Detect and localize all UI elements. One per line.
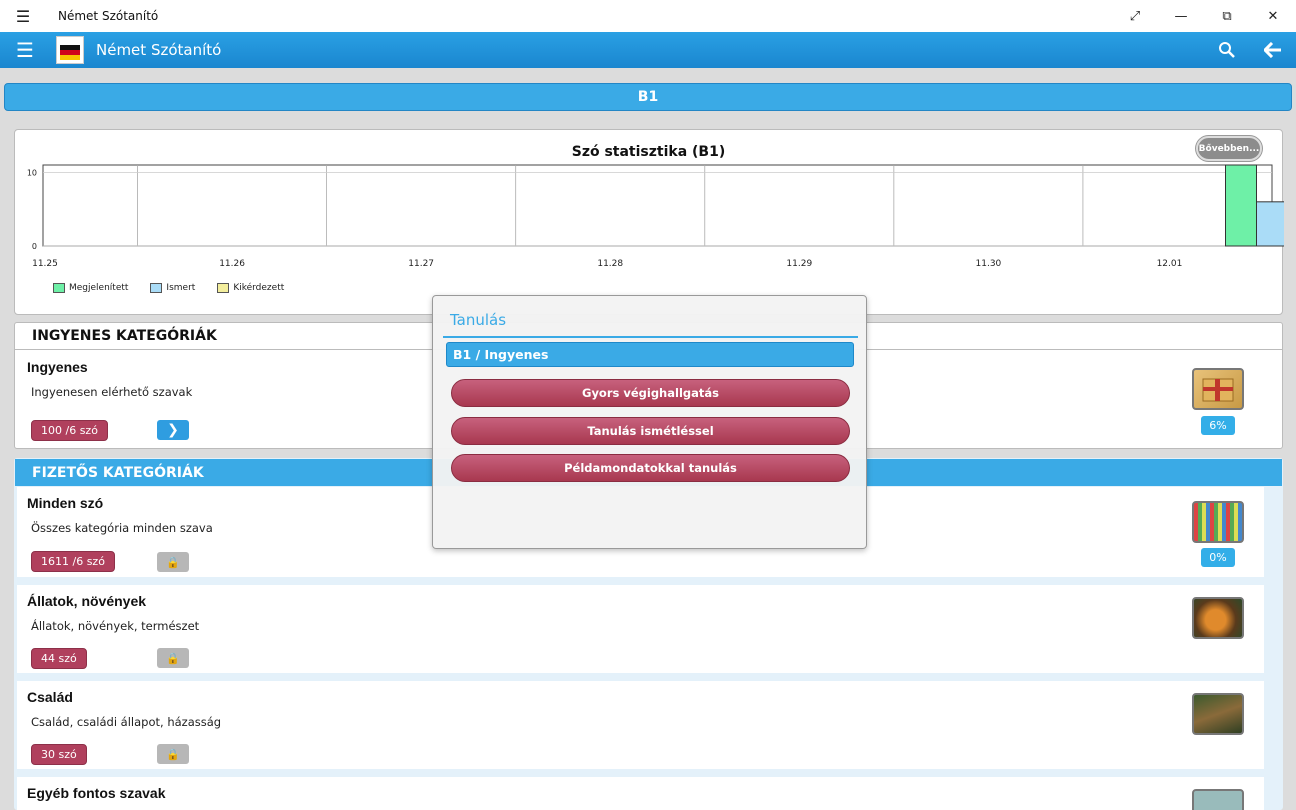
word-count-badge: 44 szó [31,648,87,669]
x-tick-label: 11.27 [408,259,434,269]
repetition-learning-button[interactable]: Tanulás ismétléssel [451,417,850,445]
y-tick-label: 10 [27,168,37,177]
category-description: Összes kategória minden szava [31,521,213,535]
y-tick-label: 0 [32,242,37,251]
window-controls: ⤢ — ⧉ ✕ [1112,0,1296,32]
plot-frame [42,164,1273,247]
lock-icon[interactable]: 🔒 [157,552,189,572]
category-description: Ingyenesen elérhető szavak [31,385,193,399]
legend-label: Megjelenített [69,283,129,293]
category-title: Minden szó [27,495,104,511]
app-logo-icon [56,36,84,64]
legend-item: Kikérdezett [217,283,284,293]
lock-icon[interactable]: 🔒 [157,744,189,764]
legend-item: Megjelenített [53,283,128,293]
legend-swatch [53,283,65,293]
close-icon[interactable]: ✕ [1250,0,1296,32]
category-title: Egyéb fontos szavak [27,785,166,801]
legend-swatch [217,283,230,293]
legend-label: Ismert [166,283,196,293]
x-tick-label: 11.26 [219,259,245,269]
word-count-badge: 30 szó [31,744,87,765]
family-thumbnail [1192,693,1244,735]
legend-item: Ismert [150,283,195,293]
app-title: Német Szótanító [96,41,222,59]
window-title: Német Szótanító [58,9,159,23]
tiger-thumbnail [1192,597,1244,639]
learning-modal: Tanulás B1 / Ingyenes Gyors végighallgat… [432,295,867,549]
category-item-csalad[interactable]: Család Család, családi állapot, házasság… [17,681,1264,769]
legend-swatch [150,283,163,293]
progress-percent-badge: 6% [1201,416,1235,435]
category-title: Állatok, növények [27,593,147,609]
lock-icon[interactable]: 🔒 [157,648,189,668]
category-description: Család, családi állapot, házasság [31,715,222,729]
x-tick-label: 11.30 [976,259,1002,269]
search-icon[interactable] [1204,32,1250,68]
x-tick-label: 11.29 [786,259,812,269]
word-count-badge: 1611 /6 szó [31,551,115,572]
category-item-egyeb[interactable]: Egyéb fontos szavak [17,777,1264,810]
x-tick-label: 12.01 [1157,259,1183,269]
category-description: Állatok, növények, természet [31,619,200,633]
window-titlebar: ☰ Német Szótanító ⤢ — ⧉ ✕ [0,0,1296,32]
level-bar[interactable]: B1 [4,83,1292,111]
word-count-badge: 100 /6 szó [31,420,108,441]
misc-thumbnail [1192,789,1244,810]
quick-listen-button[interactable]: Gyors végighallgatás [451,379,850,407]
chevron-right-icon[interactable]: ❯ [157,420,189,440]
app-bar: ☰ Német Szótanító [0,32,1296,68]
fullscreen-icon[interactable]: ⤢ [1112,0,1158,32]
example-sentences-button[interactable]: Példamondatokkal tanulás [451,454,850,482]
chart-legend: Megjelenített Ismert Kikérdezett [53,283,306,293]
x-tick-label: 11.28 [597,259,623,269]
category-title: Család [27,689,73,705]
bar-ismert [1256,201,1284,247]
window-menu-icon[interactable]: ☰ [0,0,46,32]
restore-icon[interactable]: ⧉ [1204,0,1250,32]
modal-subtitle: B1 / Ingyenes [446,342,854,367]
bar-megjelenített [1225,164,1257,247]
progress-percent-badge: 0% [1201,548,1235,567]
statistics-chart-card: Szó statisztika (B1) Bővebben... 11.25 11… [14,129,1284,315]
modal-title: Tanulás [450,311,507,329]
books-thumbnail [1192,501,1244,543]
category-title: Ingyenes [27,359,88,375]
x-tick-label: 11.25 [32,259,58,269]
back-arrow-icon[interactable] [1250,32,1296,68]
legend-label: Kikérdezett [233,283,285,293]
hamburger-menu-icon[interactable]: ☰ [0,32,50,68]
category-item-allatok-novenyek[interactable]: Állatok, növények Állatok, növények, ter… [17,585,1264,673]
minimize-icon[interactable]: — [1158,0,1204,32]
gift-box-thumbnail [1192,368,1244,410]
